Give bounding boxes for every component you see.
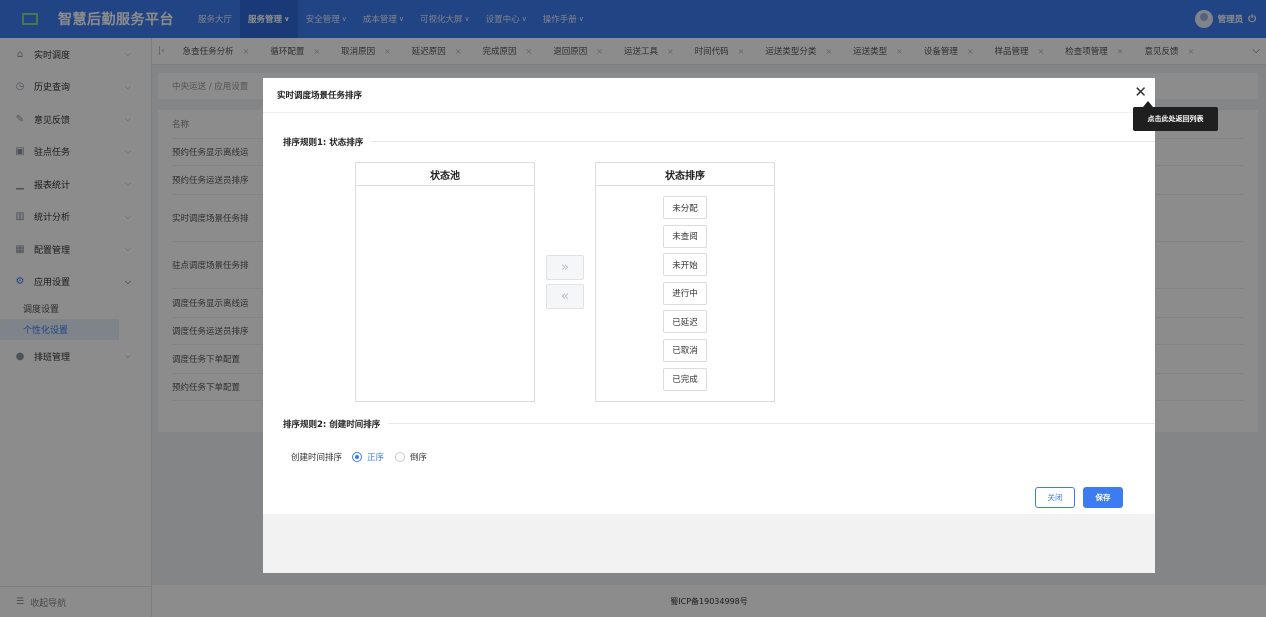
status-item[interactable]: 已延迟 <box>663 310 707 334</box>
status-item[interactable]: 未开始 <box>663 253 707 277</box>
status-item[interactable]: 未查阅 <box>663 224 707 248</box>
rule1-title: 排序规则1: 状态排序 <box>283 136 372 148</box>
desc-label[interactable]: 倒序 <box>410 451 427 463</box>
divider <box>283 141 1155 142</box>
status-pool-panel: 状态池 <box>355 162 535 402</box>
sort-dialog: 实时调度场景任务排序 ✕ 排序规则1: 状态排序 状态池 » « 状态排序 未分… <box>263 78 1155 573</box>
time-sort-row: 创建时间排序 正序 倒序 <box>291 451 438 463</box>
status-sort-title: 状态排序 <box>596 163 774 186</box>
asc-label[interactable]: 正序 <box>367 451 384 463</box>
divider <box>283 423 1155 424</box>
status-item[interactable]: 已完成 <box>663 367 707 391</box>
dialog-title: 实时调度场景任务排序 <box>263 78 1155 113</box>
move-right-button[interactable]: » <box>546 255 584 280</box>
status-item[interactable]: 未分配 <box>663 196 707 219</box>
time-sort-label: 创建时间排序 <box>291 453 343 463</box>
status-item[interactable]: 进行中 <box>663 281 707 305</box>
close-icon[interactable]: ✕ <box>1134 85 1147 100</box>
save-button[interactable]: 保存 <box>1083 487 1123 508</box>
dialog-footer-area <box>263 514 1155 573</box>
status-sort-panel: 状态排序 未分配未查阅未开始进行中已延迟已取消已完成 <box>595 162 775 402</box>
desc-radio[interactable] <box>395 452 406 462</box>
rule2-title: 排序规则2: 创建时间排序 <box>283 418 389 430</box>
move-left-button[interactable]: « <box>546 284 584 309</box>
status-pool-title: 状态池 <box>356 163 534 186</box>
status-item[interactable]: 已取消 <box>663 338 707 362</box>
close-button[interactable]: 关闭 <box>1035 487 1075 508</box>
back-to-list-tooltip: 点击此处返回列表 <box>1133 101 1218 131</box>
asc-radio[interactable] <box>352 452 363 462</box>
